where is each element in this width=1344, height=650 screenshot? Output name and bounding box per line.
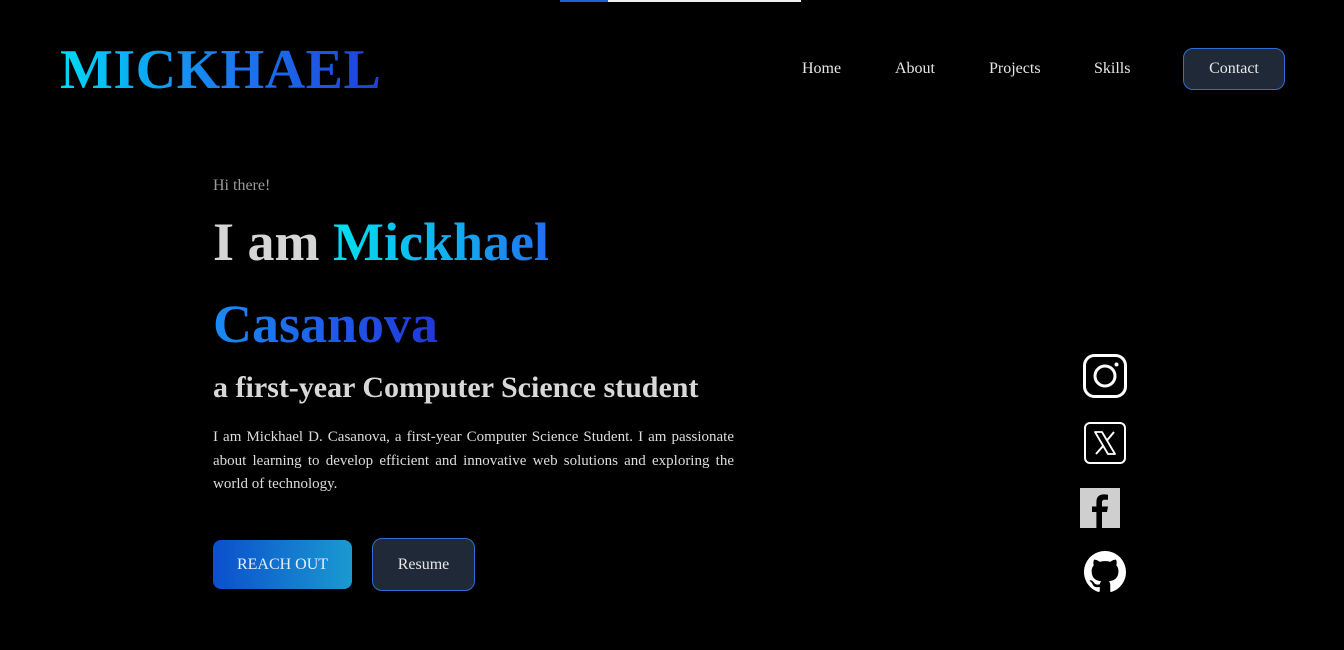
nav-about-link[interactable]: About [895,59,935,79]
hero-headline: I am Mickhael [213,210,549,274]
resume-button[interactable]: Resume [372,538,475,591]
headline-prefix: I am [213,212,320,272]
scroll-progress-fill [560,0,609,2]
reach-out-button[interactable]: REACH OUT [213,540,352,589]
nav-skills-link[interactable]: Skills [1094,59,1130,79]
nav-home-link[interactable]: Home [802,59,841,79]
x-twitter-icon[interactable] [1084,422,1126,464]
hero-greeting: Hi there! [213,177,271,194]
scroll-progress-bar [560,0,801,2]
site-logo[interactable]: MICKHAEL [60,38,381,102]
github-icon[interactable] [1084,551,1126,593]
instagram-icon[interactable] [1083,354,1127,398]
contact-button[interactable]: Contact [1183,48,1285,90]
hero-first-name: Mickhael [333,212,549,272]
nav-projects-link[interactable]: Projects [989,59,1041,79]
hero-subtitle: a first-year Computer Science student [213,371,699,404]
hero-last-name: Casanova [213,294,439,354]
hero-bio: I am Mickhael D. Casanova, a first-year … [213,429,734,492]
facebook-icon[interactable] [1080,488,1120,528]
hero-headline-line2: Casanova [213,292,438,356]
